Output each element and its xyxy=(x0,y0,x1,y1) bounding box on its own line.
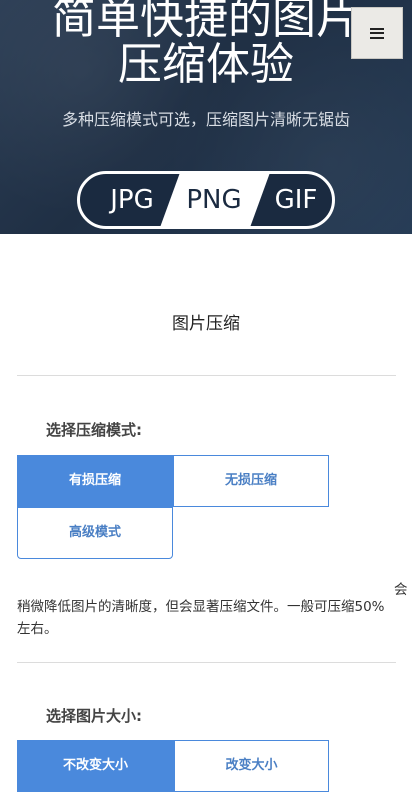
format-gif[interactable]: GIF xyxy=(258,174,332,226)
image-size-label: 选择图片大小: xyxy=(46,707,142,725)
advanced-mode-option[interactable]: 高级模式 xyxy=(17,507,173,559)
overflow-text-fragment: 会 xyxy=(394,582,408,598)
format-png[interactable]: PNG xyxy=(174,174,254,226)
hamburger-menu-icon xyxy=(370,27,384,39)
mode-description: 稍微降低图片的清晰度，但会显著压缩文件。一般可压缩50%左右。 xyxy=(17,599,385,637)
format-jpg[interactable]: JPG xyxy=(94,174,170,226)
compression-mode-label: 选择压缩模式: xyxy=(46,421,142,439)
change-size-option[interactable]: 改变大小 xyxy=(174,740,329,792)
format-switcher: JPG PNG GIF xyxy=(77,171,335,229)
hero-subtitle: 多种压缩模式可选，压缩图片清晰无锯齿 xyxy=(61,110,350,129)
divider xyxy=(17,662,396,663)
menu-button[interactable] xyxy=(351,7,403,59)
lossy-compression-option[interactable]: 有损压缩 xyxy=(17,455,173,507)
section-title: 图片压缩 xyxy=(172,314,240,334)
keep-size-option[interactable]: 不改变大小 xyxy=(17,740,174,792)
lossless-compression-option[interactable]: 无损压缩 xyxy=(173,455,329,507)
divider xyxy=(17,375,396,376)
